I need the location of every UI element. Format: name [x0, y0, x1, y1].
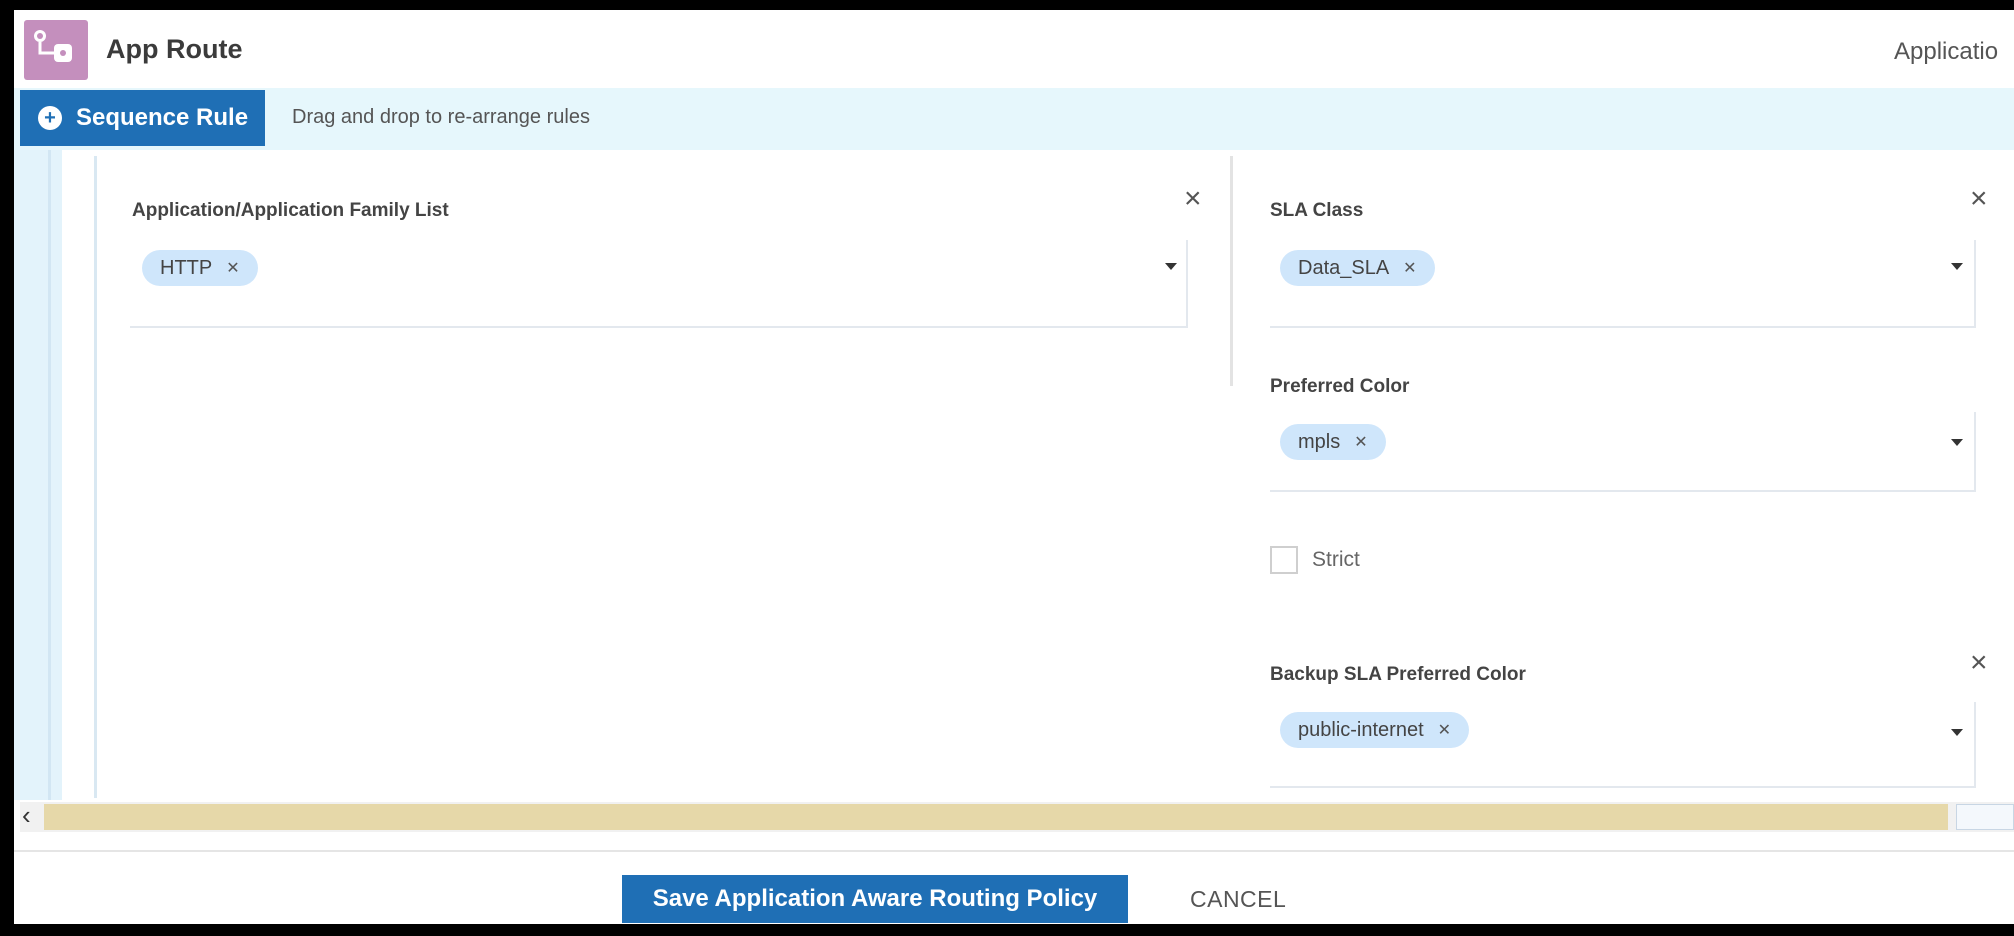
header-right-label: Applicatio	[1894, 38, 1999, 65]
chip-remove-icon[interactable]: ✕	[226, 258, 239, 278]
app-list-field[interactable]	[130, 240, 1188, 328]
sla-class-chip: Data_SLA ✕	[1280, 250, 1435, 286]
scrollbar-thumb[interactable]	[44, 804, 1948, 830]
footer-divider	[14, 850, 2014, 852]
scroll-left-arrow-icon[interactable]: ‹	[22, 800, 31, 831]
chip-remove-icon[interactable]: ✕	[1438, 720, 1451, 740]
app-list-label: Application/Application Family List	[132, 200, 449, 221]
rule-divider-left	[94, 156, 97, 798]
close-icon[interactable]: ×	[1970, 648, 1988, 678]
close-icon[interactable]: ×	[1970, 184, 1988, 214]
strict-checkbox[interactable]	[1270, 546, 1298, 574]
sequence-rule-handle[interactable]	[14, 150, 62, 800]
sequence-rule-button[interactable]: + Sequence Rule	[20, 90, 265, 146]
preferred-color-chip: mpls ✕	[1280, 424, 1386, 460]
scrollbar-end[interactable]	[1956, 804, 2014, 830]
backup-color-label: Backup SLA Preferred Color	[1270, 664, 1526, 685]
chevron-down-icon[interactable]	[1951, 439, 1963, 446]
chevron-down-icon[interactable]	[1951, 729, 1963, 736]
save-policy-button[interactable]: Save Application Aware Routing Policy	[622, 875, 1128, 923]
page-title: App Route	[106, 34, 243, 64]
close-icon[interactable]: ×	[1184, 184, 1202, 214]
sequence-rule-label: Sequence Rule	[76, 104, 249, 131]
header: App Route Applicatio	[14, 10, 2014, 86]
sla-class-label: SLA Class	[1270, 200, 1364, 221]
drag-drop-hint: Drag and drop to re-arrange rules	[292, 106, 590, 128]
cancel-button[interactable]: CANCEL	[1190, 886, 1286, 913]
strict-label: Strict	[1312, 548, 1360, 571]
sequence-bar: + Sequence Rule Drag and drop to re-arra…	[14, 88, 2014, 150]
chevron-down-icon[interactable]	[1165, 263, 1177, 270]
column-divider	[1230, 156, 1233, 386]
chevron-down-icon[interactable]	[1951, 263, 1963, 270]
app-chip: HTTP ✕	[142, 250, 258, 286]
chip-remove-icon[interactable]: ✕	[1403, 258, 1416, 278]
backup-color-chip: public-internet ✕	[1280, 712, 1470, 748]
plus-circle-icon: +	[38, 106, 62, 130]
chip-remove-icon[interactable]: ✕	[1354, 432, 1367, 452]
app-route-icon	[24, 20, 88, 80]
preferred-color-label: Preferred Color	[1270, 376, 1410, 397]
